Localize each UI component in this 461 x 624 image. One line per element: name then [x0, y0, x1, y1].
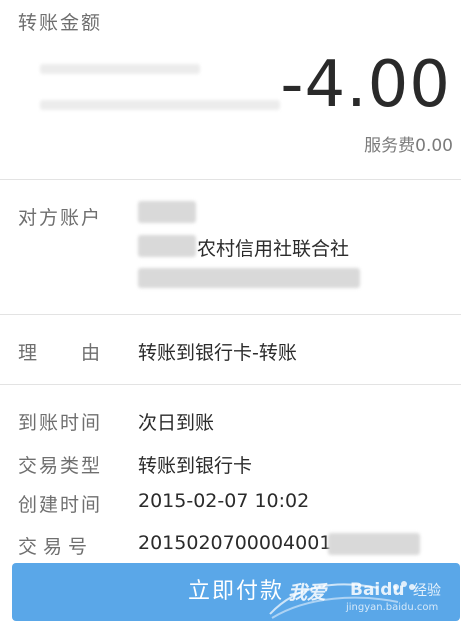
transaction-number-value: 2015020700004001 [138, 532, 332, 554]
divider [0, 314, 461, 315]
reason-value: 转账到银行卡-转账 [138, 342, 297, 364]
amount-label: 转账金额 [18, 12, 103, 34]
divider [0, 179, 461, 180]
watermark-brand: Baidu [350, 580, 405, 600]
arrival-time-label: 到账时间 [18, 412, 103, 434]
watermark-jingyan: 经验 [413, 583, 441, 599]
payee-name-redacted [138, 201, 196, 223]
transaction-number-label: 交易号 [18, 536, 94, 558]
blurred-background-text [40, 64, 200, 74]
created-time-value: 2015-02-07 10:02 [138, 490, 310, 512]
blurred-background-text [40, 100, 280, 110]
watermark-text: 我爱 [288, 582, 327, 604]
bank-prefix-redacted [138, 235, 196, 257]
transaction-number-redacted [328, 533, 420, 555]
reason-label: 理 由 [18, 342, 103, 364]
account-number-redacted [138, 268, 360, 288]
transfer-amount: -4.00 [280, 48, 451, 122]
transaction-type-value: 转账到银行卡 [138, 455, 253, 477]
divider [0, 384, 461, 385]
arrival-time-value: 次日到账 [138, 412, 215, 434]
transfer-detail-page: 转账金额 -4.00 服务费0.00 对方账户 农村信用社联合社 理 由 转账到… [0, 0, 461, 624]
transaction-type-label: 交易类型 [18, 455, 103, 477]
payee-label: 对方账户 [18, 207, 103, 229]
created-time-label: 创建时间 [18, 494, 103, 516]
baidu-jingyan-watermark: 我爱 Baidu 经验 jingyan.baidu.com [268, 574, 458, 620]
payee-bank-name: 农村信用社联合社 [197, 238, 350, 260]
watermark-url: jingyan.baidu.com [346, 602, 439, 613]
service-fee: 服务费0.00 [364, 136, 453, 156]
